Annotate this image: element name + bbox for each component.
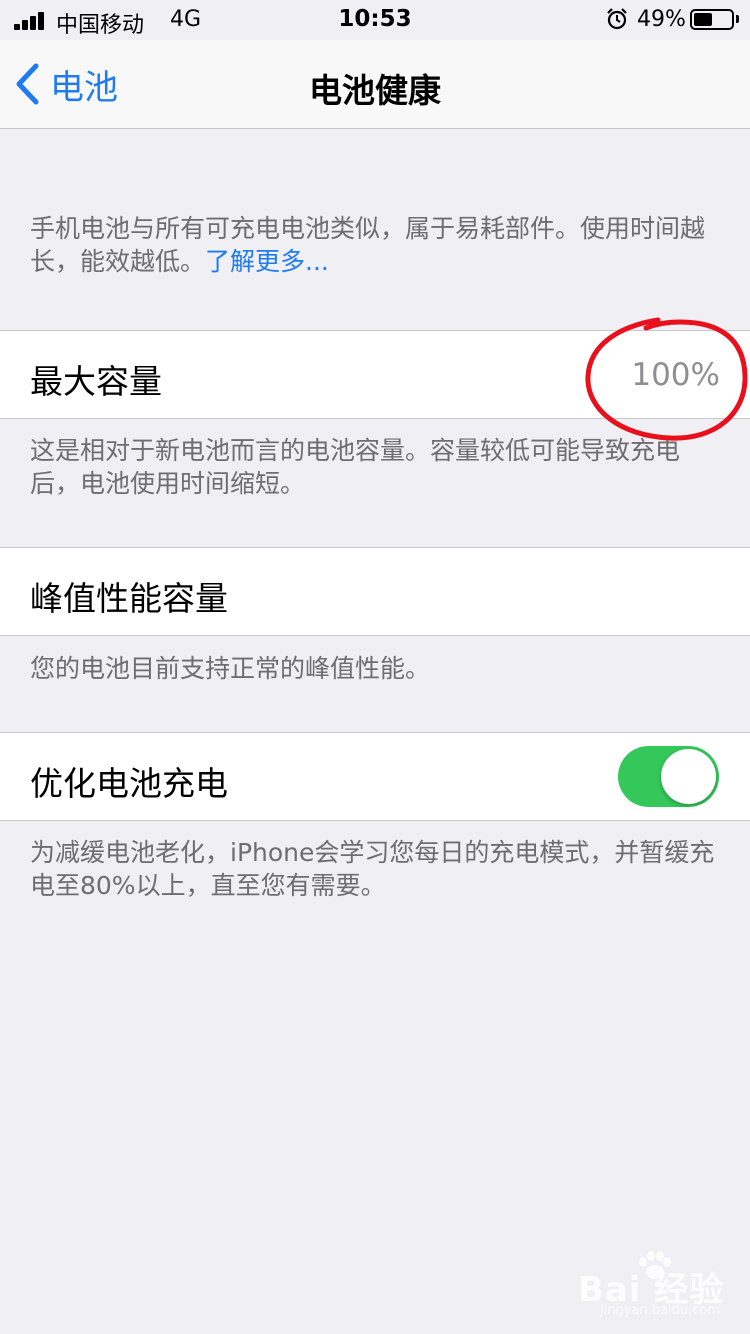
max-capacity-value: 100% xyxy=(631,357,720,393)
navigation-bar: 电池 电池健康 xyxy=(0,40,750,129)
intro-text: 手机电池与所有可充电电池类似，属于易耗部件。使用时间越长，能效越低。了解更多..… xyxy=(30,212,725,278)
optimized-charging-label: 优化电池充电 xyxy=(30,764,228,803)
learn-more-link[interactable]: 了解更多... xyxy=(205,247,329,276)
alarm-icon xyxy=(607,8,627,30)
battery-cap xyxy=(736,15,739,23)
peak-performance-label: 峰值性能容量 xyxy=(30,579,228,618)
optimized-charging-row: 优化电池充电 xyxy=(0,732,750,821)
page-title: 电池健康 xyxy=(309,71,441,110)
intro-body: 手机电池与所有可充电电池类似，属于易耗部件。使用时间越长，能效越低。 xyxy=(30,214,706,276)
optimized-charging-toggle[interactable] xyxy=(618,746,719,807)
battery-icon xyxy=(690,9,734,30)
peak-performance-note: 您的电池目前支持正常的峰值性能。 xyxy=(30,654,431,683)
battery-percent: 49% xyxy=(637,7,686,32)
status-bar: 中国移动 4G 10:53 49% xyxy=(0,0,750,40)
battery-health-screen: 中国移动 4G 10:53 49% 电池 电池健康 手机电池与所有可充电电池类似… xyxy=(0,0,750,1334)
watermark-url: jingyan.baidu.com xyxy=(600,1303,720,1318)
optimized-charging-note: 为减缓电池老化，iPhone会学习您每日的充电模式，并暂缓充电至80%以上，直至… xyxy=(30,838,715,900)
max-capacity-note: 这是相对于新电池而言的电池容量。容量较低可能导致充电后，电池使用时间缩短。 xyxy=(30,436,681,498)
toggle-knob xyxy=(661,749,716,804)
max-capacity-row: 最大容量 100% xyxy=(0,330,750,419)
battery-fill xyxy=(694,13,712,26)
peak-performance-row: 峰值性能容量 xyxy=(0,547,750,636)
max-capacity-label: 最大容量 xyxy=(30,362,162,401)
